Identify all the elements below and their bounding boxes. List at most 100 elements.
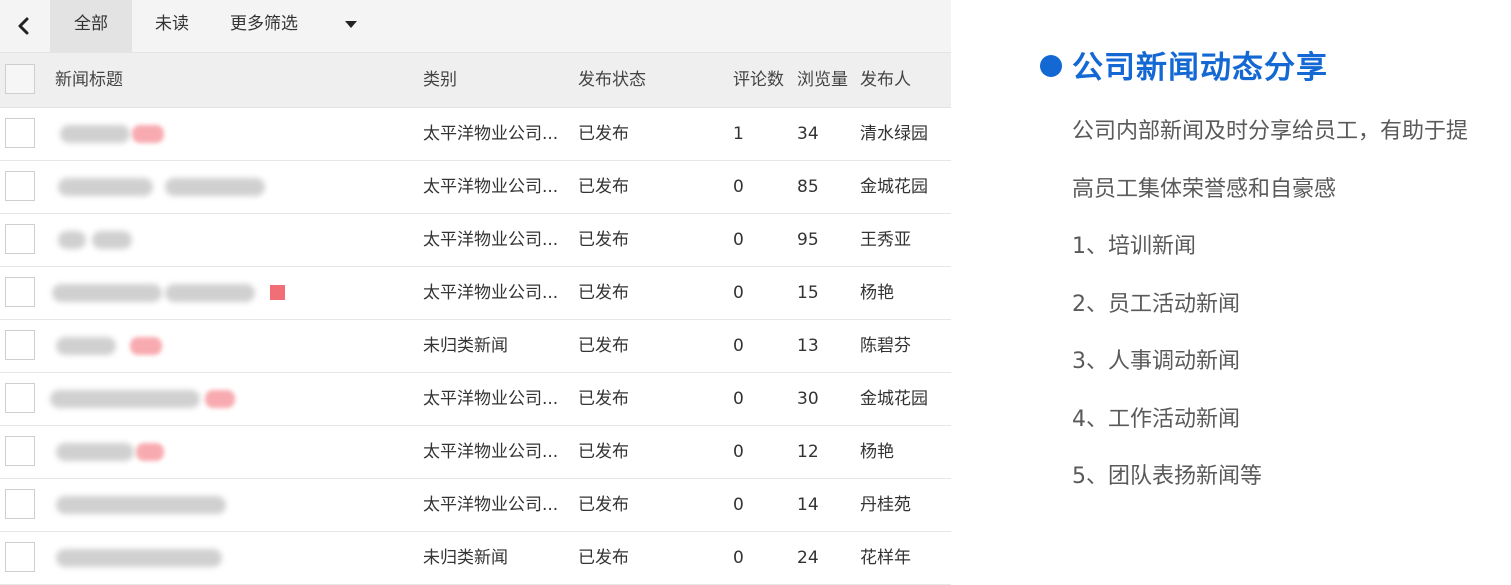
- table-row[interactable]: 太平洋物业公司... 已发布 0 95 王秀亚: [0, 214, 951, 267]
- publisher-name: 金城花园: [860, 177, 928, 197]
- filter-toolbar: 全部 未读 更多筛选: [0, 0, 951, 53]
- redaction-blur: [205, 390, 235, 408]
- view-count: 85: [797, 177, 819, 197]
- news-category: 太平洋物业公司...: [423, 230, 559, 250]
- redaction-blur: [56, 549, 222, 567]
- publish-status: 已发布: [578, 230, 629, 250]
- tab-all[interactable]: 全部: [50, 0, 132, 52]
- news-category: 太平洋物业公司...: [423, 283, 559, 303]
- view-count: 30: [797, 389, 819, 409]
- publish-status: 已发布: [578, 495, 629, 515]
- info-description-line-2: 高员工集体荣誉感和自豪感: [1072, 177, 1337, 202]
- news-title-redacted[interactable]: [0, 426, 420, 478]
- column-header-status[interactable]: 发布状态: [578, 53, 728, 107]
- news-category: 太平洋物业公司...: [423, 124, 559, 144]
- info-panel: 公司新闻动态分享 公司内部新闻及时分享给员工，有助于提 高员工集体荣誉感和自豪感…: [1040, 0, 1511, 581]
- select-all-checkbox[interactable]: [5, 64, 35, 94]
- redaction-blur: [92, 231, 132, 249]
- info-list-item: 1、培训新闻: [1072, 234, 1196, 259]
- column-header-comments[interactable]: 评论数: [733, 53, 793, 107]
- view-count: 14: [797, 495, 819, 515]
- news-category: 太平洋物业公司...: [423, 442, 559, 462]
- view-count: 95: [797, 230, 819, 250]
- info-description-line-1: 公司内部新闻及时分享给员工，有助于提: [1072, 119, 1469, 144]
- comment-count: 0: [733, 177, 744, 197]
- news-title-redacted[interactable]: [0, 532, 420, 584]
- redaction-blur: [136, 443, 164, 461]
- comment-count: 0: [733, 548, 744, 568]
- news-list-panel: 全部 未读 更多筛选 新闻标题 类别 发布状态 评论数 浏览量 发布人 太平洋物…: [0, 0, 951, 585]
- column-header-title[interactable]: 新闻标题: [55, 53, 415, 107]
- comment-count: 0: [733, 442, 744, 462]
- table-row[interactable]: 太平洋物业公司... 已发布 0 85 金城花园: [0, 161, 951, 214]
- table-row[interactable]: 未归类新闻 已发布 0 13 陈碧芬: [0, 320, 951, 373]
- news-title-redacted[interactable]: [0, 161, 420, 213]
- publish-status: 已发布: [578, 177, 629, 197]
- news-category: 未归类新闻: [423, 336, 508, 356]
- table-row[interactable]: 太平洋物业公司... 已发布 0 14 丹桂苑: [0, 479, 951, 532]
- news-title-redacted[interactable]: [0, 373, 420, 425]
- news-category: 太平洋物业公司...: [423, 389, 559, 409]
- table-row[interactable]: 未归类新闻 已发布 0 24 花样年: [0, 532, 951, 585]
- comment-count: 0: [733, 230, 744, 250]
- publish-status: 已发布: [578, 124, 629, 144]
- comment-count: 0: [733, 495, 744, 515]
- chevron-left-icon: [18, 17, 29, 35]
- publish-status: 已发布: [578, 389, 629, 409]
- column-header-author[interactable]: 发布人: [860, 53, 950, 107]
- info-title: 公司新闻动态分享: [1072, 50, 1328, 86]
- publisher-name: 丹桂苑: [860, 495, 911, 515]
- new-flag-icon: [270, 285, 285, 300]
- filter-dropdown-button[interactable]: [336, 0, 366, 48]
- table-header: 新闻标题 类别 发布状态 评论数 浏览量 发布人: [0, 53, 951, 108]
- comment-count: 0: [733, 283, 744, 303]
- news-title-redacted[interactable]: [0, 479, 420, 531]
- redaction-blur: [165, 284, 255, 302]
- table-row[interactable]: 太平洋物业公司... 已发布 0 30 金城花园: [0, 373, 951, 426]
- redaction-blur: [58, 178, 153, 196]
- publisher-name: 杨艳: [860, 442, 894, 462]
- tab-unread[interactable]: 未读: [132, 0, 212, 52]
- news-title-redacted[interactable]: [0, 320, 420, 372]
- redaction-blur: [165, 178, 265, 196]
- back-button[interactable]: [0, 0, 48, 52]
- comment-count: 0: [733, 389, 744, 409]
- info-list-item: 3、人事调动新闻: [1072, 349, 1240, 374]
- view-count: 13: [797, 336, 819, 356]
- redaction-blur: [60, 125, 130, 143]
- info-list-item: 4、工作活动新闻: [1072, 407, 1240, 432]
- column-header-category[interactable]: 类别: [423, 53, 573, 107]
- tab-more-filters[interactable]: 更多筛选: [212, 0, 316, 52]
- view-count: 34: [797, 124, 819, 144]
- table-row[interactable]: 太平洋物业公司... 已发布 0 15 杨艳: [0, 267, 951, 320]
- table-row[interactable]: 太平洋物业公司... 已发布 1 34 清水绿园: [0, 108, 951, 161]
- publish-status: 已发布: [578, 336, 629, 356]
- comment-count: 0: [733, 336, 744, 356]
- redaction-blur: [52, 284, 162, 302]
- publisher-name: 王秀亚: [860, 230, 911, 250]
- redaction-blur: [56, 443, 134, 461]
- news-category: 太平洋物业公司...: [423, 177, 559, 197]
- info-list-item: 5、团队表扬新闻等: [1072, 464, 1262, 489]
- news-title-redacted[interactable]: [0, 267, 420, 319]
- publish-status: 已发布: [578, 283, 629, 303]
- comment-count: 1: [733, 124, 744, 144]
- publisher-name: 金城花园: [860, 389, 928, 409]
- bullet-dot: [1040, 55, 1062, 77]
- redaction-blur: [58, 231, 86, 249]
- column-header-views[interactable]: 浏览量: [797, 53, 857, 107]
- publisher-name: 陈碧芬: [860, 336, 911, 356]
- news-category: 未归类新闻: [423, 548, 508, 568]
- news-title-redacted[interactable]: [0, 214, 420, 266]
- view-count: 24: [797, 548, 819, 568]
- table-row[interactable]: 太平洋物业公司... 已发布 0 12 杨艳: [0, 426, 951, 479]
- view-count: 15: [797, 283, 819, 303]
- publish-status: 已发布: [578, 548, 629, 568]
- caret-down-icon: [345, 20, 357, 28]
- publisher-name: 花样年: [860, 548, 911, 568]
- redaction-blur: [130, 337, 162, 355]
- redaction-blur: [50, 390, 200, 408]
- redaction-blur: [56, 337, 116, 355]
- news-title-redacted[interactable]: [0, 108, 420, 160]
- publish-status: 已发布: [578, 442, 629, 462]
